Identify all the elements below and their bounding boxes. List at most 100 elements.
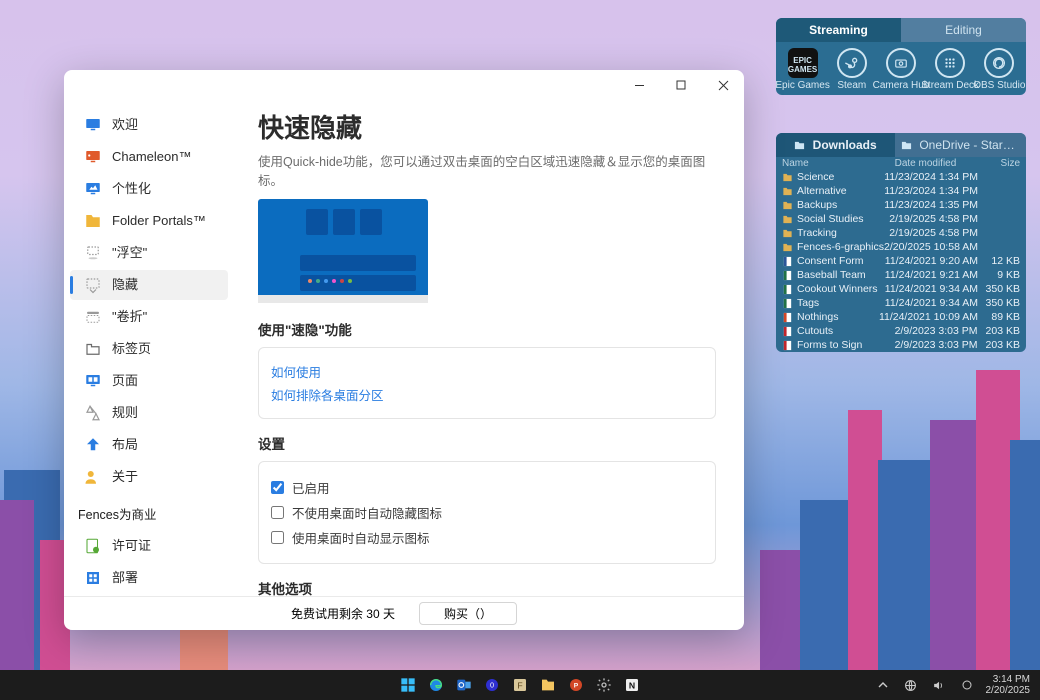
tray-chevron-icon[interactable] xyxy=(874,676,892,694)
sidebar-item-layout[interactable]: 布局 xyxy=(70,430,228,460)
section-use-title: 使用"速隐"功能 xyxy=(258,319,716,339)
sidebar-item-label: Chameleon™ xyxy=(112,148,192,166)
link-how-use[interactable]: 如何使用 xyxy=(271,362,703,381)
hide-icon xyxy=(84,276,102,294)
files-tab-downloads[interactable]: Downloads xyxy=(776,133,895,157)
sidebar-item-personalize[interactable]: 个性化 xyxy=(70,174,228,204)
tray-volume-icon[interactable] xyxy=(930,676,948,694)
file-row[interactable]: Consent Form 11/24/2021 9:20 AM 12 KB xyxy=(776,254,1026,268)
trial-text: 免费试用剩余 30 天 xyxy=(291,605,395,622)
file-row[interactable]: Tags 11/24/2021 9:34 AM 350 KB xyxy=(776,296,1026,310)
svg-text:P: P xyxy=(574,683,579,690)
start-button[interactable] xyxy=(399,676,417,694)
layout-icon xyxy=(84,436,102,454)
col-size[interactable]: Size xyxy=(978,158,1020,169)
tray-network-icon[interactable] xyxy=(902,676,920,694)
file-row[interactable]: Social Studies 2/19/2025 4:58 PM xyxy=(776,212,1026,226)
checkbox-enabled[interactable] xyxy=(271,481,284,494)
sidebar-item-label: "卷折" xyxy=(112,308,147,326)
sidebar-item-hide[interactable]: 隐藏 xyxy=(70,270,228,300)
fence-streaming[interactable]: Streaming Editing EPICGAMESEpic GamesSte… xyxy=(776,18,1026,95)
taskbar-fences-icon[interactable]: F xyxy=(511,676,529,694)
sidebar-item-floating[interactable]: "浮空" xyxy=(70,238,228,268)
sidebar-item-label: Folder Portals™ xyxy=(112,212,206,230)
minimize-button[interactable] xyxy=(618,70,660,100)
titlebar xyxy=(64,70,744,100)
sidebar-item-label: 个性化 xyxy=(112,180,151,198)
personalize-icon xyxy=(84,180,102,198)
section-other-title: 其他选项 xyxy=(258,578,716,596)
opt-auto-hide[interactable]: 不使用桌面时自动隐藏图标 xyxy=(271,503,703,522)
settings-card: 已启用 不使用桌面时自动隐藏图标 使用桌面时自动显示图标 xyxy=(258,461,716,564)
sidebar-item-label: 规则 xyxy=(112,404,138,422)
file-row[interactable]: Backups 11/23/2024 1:35 PM xyxy=(776,198,1026,212)
taskbar-settings-icon[interactable] xyxy=(595,676,613,694)
sidebar-item-label: 欢迎 xyxy=(112,116,138,134)
taskbar-center: 0 F P N xyxy=(399,676,641,694)
col-name[interactable]: Name xyxy=(782,158,895,169)
app-epic[interactable]: EPICGAMESEpic Games xyxy=(779,48,827,91)
taskbar-edge-icon[interactable] xyxy=(427,676,445,694)
taskbar-explorer-icon[interactable] xyxy=(539,676,557,694)
opt-auto-show[interactable]: 使用桌面时自动显示图标 xyxy=(271,528,703,547)
file-row[interactable]: Fences-6-graphics 2/20/2025 10:58 AM xyxy=(776,240,1026,254)
sidebar-item-license[interactable]: 许可证 xyxy=(70,531,228,561)
sidebar-item-deploy[interactable]: 部署 xyxy=(70,563,228,593)
about-icon xyxy=(84,468,102,486)
buy-button[interactable]: 购买（） xyxy=(419,602,517,625)
file-row[interactable]: Alternative 11/23/2024 1:34 PM xyxy=(776,184,1026,198)
tray-extra-icon[interactable] xyxy=(958,676,976,694)
svg-text:0: 0 xyxy=(490,681,494,690)
sidebar-item-rules[interactable]: 规则 xyxy=(70,398,228,428)
taskbar[interactable]: 0 F P N 3:14 PM 2/20/2025 xyxy=(0,670,1040,700)
taskbar-app-icon[interactable]: 0 xyxy=(483,676,501,694)
file-row[interactable]: Science 11/23/2024 1:34 PM xyxy=(776,170,1026,184)
rules-icon xyxy=(84,404,102,422)
section-settings-title: 设置 xyxy=(258,433,716,453)
app-grid[interactable]: Stream Deck xyxy=(926,48,974,91)
taskbar-notion-icon[interactable]: N xyxy=(623,676,641,694)
sidebar-item-roll[interactable]: "卷折" xyxy=(70,302,228,332)
sidebar-item-chameleon[interactable]: Chameleon™ xyxy=(70,142,228,172)
taskbar-clock[interactable]: 3:14 PM 2/20/2025 xyxy=(986,674,1031,696)
app-steam[interactable]: Steam xyxy=(828,48,876,91)
sidebar-item-tabs[interactable]: 标签页 xyxy=(70,334,228,364)
taskbar-powerpoint-icon[interactable]: P xyxy=(567,676,585,694)
license-icon xyxy=(84,537,102,555)
file-row[interactable]: Nothings 11/24/2021 10:09 AM 89 KB xyxy=(776,310,1026,324)
close-button[interactable] xyxy=(702,70,744,100)
file-row[interactable]: Cookout Winners 11/24/2021 9:34 AM 350 K… xyxy=(776,282,1026,296)
file-row[interactable]: Cutouts 2/9/2023 3:03 PM 203 KB xyxy=(776,324,1026,338)
content-panel: 快速隐藏 使用Quick-hide功能，您可以通过双击桌面的空白区域迅速隐藏＆显… xyxy=(234,100,744,596)
files-tab-onedrive[interactable]: OneDrive - Stardock... xyxy=(895,133,1026,157)
tabs-icon xyxy=(84,340,102,358)
col-date[interactable]: Date modified xyxy=(895,158,978,169)
link-how-exclude[interactable]: 如何排除各桌面分区 xyxy=(271,385,703,404)
file-row[interactable]: Tracking 2/19/2025 4:58 PM xyxy=(776,226,1026,240)
sidebar-item-label: 页面 xyxy=(112,372,138,390)
sidebar-item-pages[interactable]: 页面 xyxy=(70,366,228,396)
app-camera[interactable]: Camera Hub xyxy=(877,48,925,91)
floating-icon xyxy=(84,244,102,262)
monitor-icon xyxy=(84,116,102,134)
taskbar-outlook-icon[interactable] xyxy=(455,676,473,694)
file-row[interactable]: Baseball Team 11/24/2021 9:21 AM 9 KB xyxy=(776,268,1026,282)
file-row[interactable]: Forms to Sign 2/9/2023 3:03 PM 203 KB xyxy=(776,338,1026,352)
roll-icon xyxy=(84,308,102,326)
sidebar-item-label: 标签页 xyxy=(112,340,151,358)
sidebar-item-label: 布局 xyxy=(112,436,138,454)
sidebar-item-folderportals[interactable]: Folder Portals™ xyxy=(70,206,228,236)
sidebar-item-label: "浮空" xyxy=(112,244,147,262)
svg-text:F: F xyxy=(517,680,522,690)
maximize-button[interactable] xyxy=(660,70,702,100)
fence-downloads[interactable]: Downloads OneDrive - Stardock... Name Da… xyxy=(776,133,1026,352)
opt-enabled[interactable]: 已启用 xyxy=(271,478,703,497)
fence-tab-streaming[interactable]: Streaming xyxy=(776,18,901,42)
checkbox-auto-show[interactable] xyxy=(271,531,284,544)
checkbox-auto-hide[interactable] xyxy=(271,506,284,519)
sidebar-item-welcome[interactable]: 欢迎 xyxy=(70,110,228,140)
fence-tab-editing[interactable]: Editing xyxy=(901,18,1026,42)
sidebar-item-about[interactable]: 关于 xyxy=(70,462,228,492)
feature-preview xyxy=(258,199,428,303)
app-obs[interactable]: OBS Studio xyxy=(975,48,1023,91)
